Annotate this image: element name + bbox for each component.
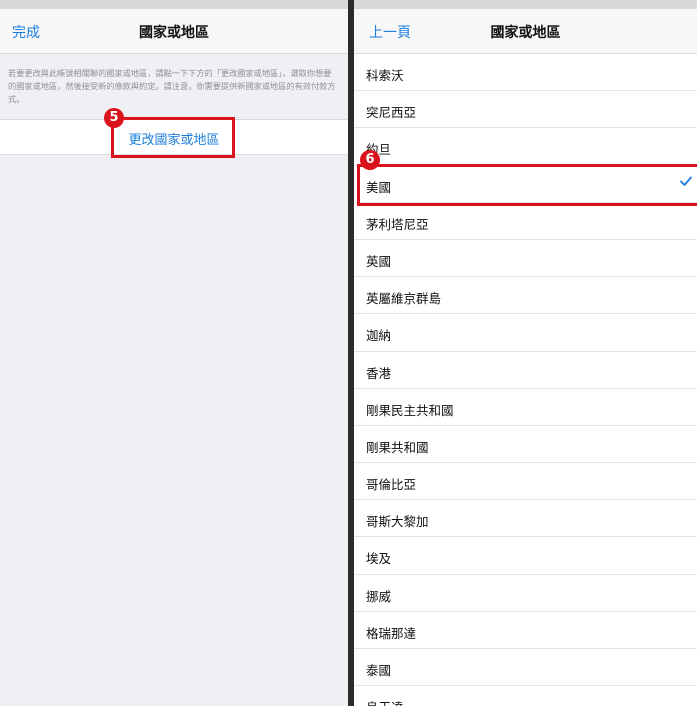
country-label: 埃及 — [366, 551, 392, 567]
country-label: 英國 — [366, 253, 392, 269]
country-row[interactable]: 茅利塔尼亞 — [354, 203, 697, 240]
country-row[interactable]: 挪威 — [354, 575, 697, 612]
country-row[interactable]: 埃及 — [354, 537, 697, 575]
country-label: 哥倫比亞 — [366, 477, 417, 493]
country-label: 剛果民主共和國 — [366, 402, 454, 418]
status-bar-strip — [0, 0, 348, 9]
country-row[interactable]: 格瑞那達 — [354, 612, 697, 649]
country-label: 哥斯大黎加 — [366, 514, 429, 530]
country-label: 突尼西亞 — [366, 105, 417, 121]
step-6-badge: 6 — [360, 150, 380, 170]
country-row[interactable]: 迦納 — [354, 314, 697, 352]
country-label: 美國 — [366, 179, 392, 195]
change-region-description: 若要更改與此帳號相關聯的國家或地區，請點一下下方的「更改國家或地區」，選取你想要… — [8, 68, 336, 104]
country-row[interactable]: 英國 — [354, 240, 697, 278]
country-label: 香港 — [366, 365, 392, 381]
country-row[interactable]: 突尼西亞 — [354, 91, 697, 129]
country-label: 泰國 — [366, 663, 392, 678]
country-row[interactable]: 約旦 — [354, 128, 697, 166]
country-label: 烏干達 — [366, 697, 404, 706]
country-label: 英屬維京群島 — [366, 291, 442, 307]
country-label: 茅利塔尼亞 — [366, 216, 429, 232]
country-row[interactable]: 英屬維京群島 — [354, 277, 697, 315]
country-row[interactable]: 香港 — [354, 352, 697, 389]
country-row[interactable]: 科索沃 — [354, 54, 697, 92]
country-label: 挪威 — [366, 588, 392, 604]
change-region-row[interactable]: 更改國家或地區 — [0, 119, 348, 155]
country-label: 迦納 — [366, 328, 392, 344]
checkmark-icon — [680, 176, 692, 186]
country-row[interactable]: 哥倫比亞 — [354, 463, 697, 501]
change-country-region-button[interactable]: 更改國家或地區 — [0, 129, 348, 148]
country-row[interactable]: 美國 — [354, 166, 697, 203]
navigation-bar: 完成 國家或地區 — [0, 9, 348, 54]
status-bar-strip — [354, 0, 697, 9]
left-screen: 完成 國家或地區 若要更改與此帳號相關聯的國家或地區，請點一下下方的「更改國家或… — [0, 0, 348, 706]
country-row[interactable]: 哥斯大黎加 — [354, 500, 697, 538]
page-title: 國家或地區 — [139, 25, 209, 41]
country-row[interactable]: 剛果共和國 — [354, 426, 697, 464]
country-row[interactable]: 烏干達 — [354, 686, 697, 706]
country-label: 格瑞那達 — [366, 625, 417, 641]
page-title: 國家或地區 — [490, 25, 561, 41]
right-screen: 上一頁 國家或地區 科索沃突尼西亞約旦美國茅利塔尼亞英國英屬維京群島 迦納香港剛果… — [354, 0, 697, 706]
country-label: 科索沃 — [366, 68, 404, 83]
country-row[interactable]: 剛果民主共和國 — [354, 389, 697, 426]
country-row[interactable]: 泰國 — [354, 649, 697, 687]
country-list: 科索沃突尼西亞約旦美國茅利塔尼亞英國英屬維京群島 迦納香港剛果民主共和國 剛果共和國… — [354, 54, 697, 706]
country-label: 剛果共和國 — [366, 439, 429, 455]
navigation-bar: 上一頁 國家或地區 — [354, 9, 697, 54]
step-5-badge: 5 — [104, 108, 124, 128]
